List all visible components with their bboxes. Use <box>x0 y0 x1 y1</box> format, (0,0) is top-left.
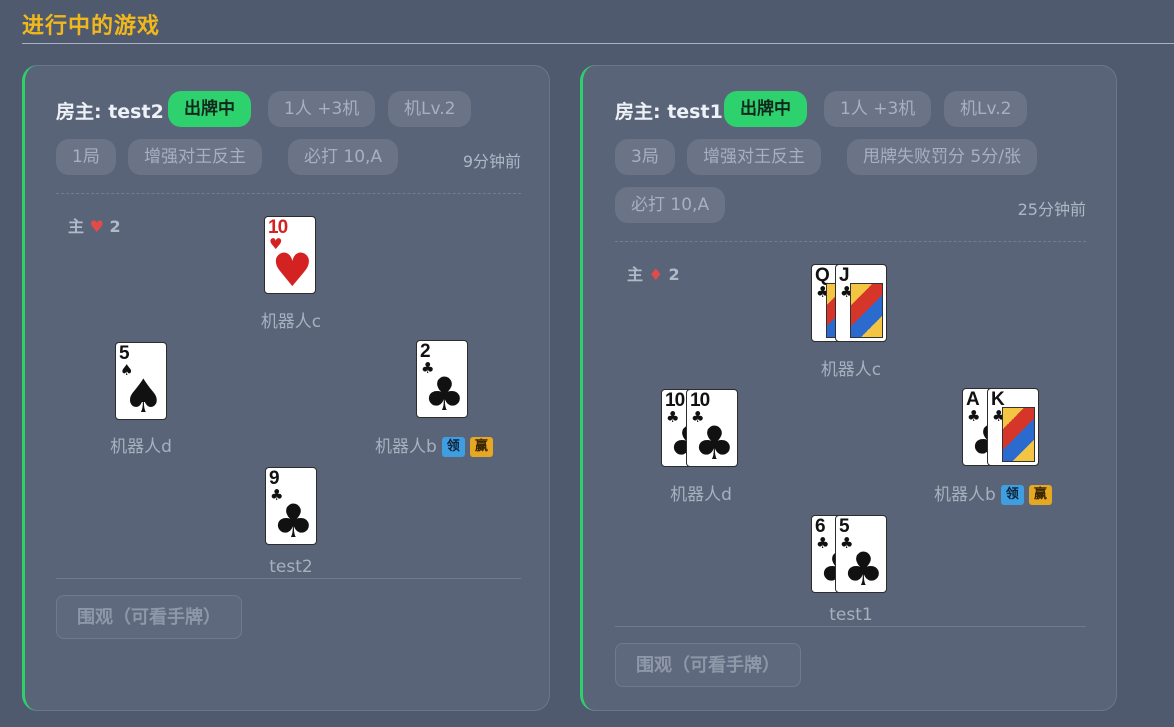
played-card: 5 ♣ ♣ <box>835 515 887 593</box>
played-card: 9 ♣ ♣ <box>265 467 317 545</box>
tag-rounds: 1局 <box>56 139 116 175</box>
trump-suit-icon: ♥ <box>89 217 104 236</box>
played-card: 5 ♠ ♠ <box>115 342 167 420</box>
dashed-divider <box>615 241 1086 242</box>
trump-rank: 2 <box>668 265 680 284</box>
divider <box>56 578 521 579</box>
tag-must-play: 必打 10,A <box>288 139 399 175</box>
lead-badge: 领 <box>441 437 465 457</box>
win-badge: 赢 <box>1028 485 1052 505</box>
tag-bot-level: 机Lv.2 <box>388 91 472 127</box>
face-card-art <box>850 283 883 338</box>
game-card[interactable]: 房主: test1 出牌中 1人 +3机 机Lv.2 3局 增强对王反主 甩牌失… <box>580 65 1117 711</box>
trump-label: 主 <box>627 265 644 284</box>
played-card: 2 ♣ ♣ <box>416 340 468 418</box>
tag-bot-level: 机Lv.2 <box>944 91 1028 127</box>
section-title: 进行中的游戏 <box>22 14 161 39</box>
player-name-row: 机器人b 领赢 <box>934 480 1052 505</box>
title-divider <box>22 43 1174 44</box>
trump-rank: 2 <box>109 217 121 236</box>
time-ago: 9分钟前 <box>462 152 521 171</box>
tag-players: 1人 +3机 <box>268 91 376 127</box>
player-name: 机器人c <box>820 360 882 380</box>
played-card: 10 ♣ ♣ <box>686 389 738 467</box>
game-card[interactable]: 房主: test2 出牌中 1人 +3机 机Lv.2 1局 增强对王反主 必打 … <box>22 65 550 711</box>
lead-badge: 领 <box>1000 485 1024 505</box>
player-name: 机器人b <box>375 437 437 457</box>
player-name: 机器人c <box>260 312 322 332</box>
played-card: 10 ♥ ♥ <box>264 216 316 294</box>
spade-icon: ♠ <box>122 369 164 420</box>
host-label: 房主: test1 <box>615 101 723 123</box>
spectate-button[interactable]: 围观（可看手牌） <box>56 595 242 639</box>
tag-players: 1人 +3机 <box>824 91 932 127</box>
tag-rule: 增强对王反主 <box>128 139 262 175</box>
tag-rounds: 3局 <box>615 139 675 175</box>
played-card: K ♣ <box>987 388 1039 466</box>
divider <box>615 626 1086 627</box>
status-badge: 出牌中 <box>724 91 807 127</box>
time-ago: 25分钟前 <box>1017 200 1086 219</box>
heart-icon: ♥ <box>271 243 313 294</box>
trump-suit-icon: ♦ <box>648 265 663 284</box>
player-name: test2 <box>269 557 313 577</box>
face-card-art <box>1002 407 1035 462</box>
trump-indicator: 主 ♦ 2 <box>627 261 680 285</box>
tag-penalty: 甩牌失败罚分 5分/张 <box>847 139 1037 175</box>
tag-rule: 增强对王反主 <box>687 139 821 175</box>
club-icon: ♣ <box>842 542 884 593</box>
trump-indicator: 主 ♥ 2 <box>68 213 121 237</box>
club-icon: ♣ <box>272 494 314 545</box>
tag-must-play: 必打 10,A <box>615 187 726 223</box>
player-name: 机器人d <box>110 437 172 457</box>
trump-label: 主 <box>68 217 85 236</box>
spectate-button[interactable]: 围观（可看手牌） <box>615 643 801 687</box>
host-label: 房主: test2 <box>56 101 164 123</box>
club-icon: ♣ <box>693 416 735 467</box>
played-card: J ♣ <box>835 264 887 342</box>
player-name: test1 <box>829 605 873 625</box>
club-icon: ♣ <box>423 367 465 418</box>
dashed-divider <box>56 193 521 194</box>
player-name: 机器人d <box>670 485 732 505</box>
player-name: 机器人b <box>934 485 996 505</box>
status-badge: 出牌中 <box>168 91 251 127</box>
player-name-row: 机器人b 领赢 <box>375 432 493 457</box>
win-badge: 赢 <box>469 437 493 457</box>
